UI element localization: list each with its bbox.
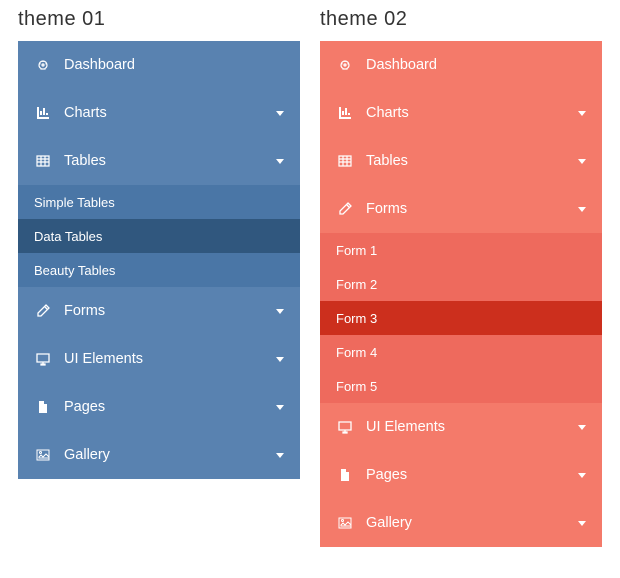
menu-item-label: Charts: [366, 105, 578, 121]
theme-title: theme 01: [18, 8, 300, 31]
monitor-icon: [336, 418, 354, 436]
theme-columns: theme 01 Dashboard Charts Tables Simple …: [0, 0, 620, 547]
submenu-label: Data Tables: [34, 229, 102, 244]
dashboard-icon: [336, 56, 354, 74]
menu-item-label: Forms: [64, 303, 276, 319]
menu-item-gallery[interactable]: Gallery: [18, 431, 300, 479]
chevron-down-icon: [578, 425, 586, 430]
chevron-down-icon: [276, 453, 284, 458]
submenu-item[interactable]: Beauty Tables: [18, 253, 300, 287]
submenu-label: Form 1: [336, 243, 377, 258]
submenu-item[interactable]: Form 5: [320, 369, 602, 403]
image-icon: [336, 514, 354, 532]
monitor-icon: [34, 350, 52, 368]
menu-item-label: Charts: [64, 105, 276, 121]
image-icon: [34, 446, 52, 464]
file-icon: [336, 466, 354, 484]
chart-icon: [34, 104, 52, 122]
chevron-down-icon: [276, 111, 284, 116]
dashboard-icon: [34, 56, 52, 74]
submenu-label: Form 4: [336, 345, 377, 360]
submenu-item[interactable]: Form 4: [320, 335, 602, 369]
menu-item-label: Forms: [366, 201, 578, 217]
menu-item-label: Gallery: [64, 447, 276, 463]
file-icon: [34, 398, 52, 416]
menu-item-label: Dashboard: [366, 57, 586, 73]
chevron-down-icon: [578, 159, 586, 164]
menu-item-label: Pages: [64, 399, 276, 415]
theme-column: theme 02 Dashboard Charts Tables Forms: [320, 8, 602, 547]
menu-item-pages[interactable]: Pages: [18, 383, 300, 431]
menu-item-label: UI Elements: [366, 419, 578, 435]
menu-item-label: Pages: [366, 467, 578, 483]
submenu-label: Simple Tables: [34, 195, 115, 210]
chevron-down-icon: [276, 309, 284, 314]
submenu-item[interactable]: Form 2: [320, 267, 602, 301]
menu-item-forms[interactable]: Forms: [320, 185, 602, 233]
chevron-down-icon: [578, 473, 586, 478]
menu-item-charts[interactable]: Charts: [320, 89, 602, 137]
edit-icon: [336, 200, 354, 218]
chevron-down-icon: [276, 405, 284, 410]
menu-item-label: Tables: [64, 153, 276, 169]
submenu-label: Form 2: [336, 277, 377, 292]
menu-item-dashboard[interactable]: Dashboard: [320, 41, 602, 89]
chart-icon: [336, 104, 354, 122]
chevron-down-icon: [578, 111, 586, 116]
submenu-item[interactable]: Form 3: [320, 301, 602, 335]
menu-item-gallery[interactable]: Gallery: [320, 499, 602, 547]
submenu-item[interactable]: Simple Tables: [18, 185, 300, 219]
menu-item-dashboard[interactable]: Dashboard: [18, 41, 300, 89]
sidebar-menu: Dashboard Charts Tables Simple Tables Da…: [18, 41, 300, 479]
sidebar-menu: Dashboard Charts Tables Forms Form 1 For…: [320, 41, 602, 547]
theme-title: theme 02: [320, 8, 602, 31]
menu-item-label: Dashboard: [64, 57, 284, 73]
menu-item-tables[interactable]: Tables: [18, 137, 300, 185]
submenu-item[interactable]: Form 1: [320, 233, 602, 267]
chevron-down-icon: [578, 207, 586, 212]
chevron-down-icon: [276, 357, 284, 362]
menu-item-pages[interactable]: Pages: [320, 451, 602, 499]
theme-column: theme 01 Dashboard Charts Tables Simple …: [18, 8, 300, 547]
submenu-label: Form 5: [336, 379, 377, 394]
edit-icon: [34, 302, 52, 320]
menu-item-label: UI Elements: [64, 351, 276, 367]
submenu-item[interactable]: Data Tables: [18, 219, 300, 253]
submenu-label: Form 3: [336, 311, 377, 326]
menu-item-forms[interactable]: Forms: [18, 287, 300, 335]
submenu-label: Beauty Tables: [34, 263, 115, 278]
table-icon: [336, 152, 354, 170]
menu-item-label: Tables: [366, 153, 578, 169]
menu-item-label: Gallery: [366, 515, 578, 531]
chevron-down-icon: [578, 521, 586, 526]
menu-item-ui-elements[interactable]: UI Elements: [320, 403, 602, 451]
menu-item-charts[interactable]: Charts: [18, 89, 300, 137]
menu-item-ui-elements[interactable]: UI Elements: [18, 335, 300, 383]
chevron-down-icon: [276, 159, 284, 164]
table-icon: [34, 152, 52, 170]
menu-item-tables[interactable]: Tables: [320, 137, 602, 185]
